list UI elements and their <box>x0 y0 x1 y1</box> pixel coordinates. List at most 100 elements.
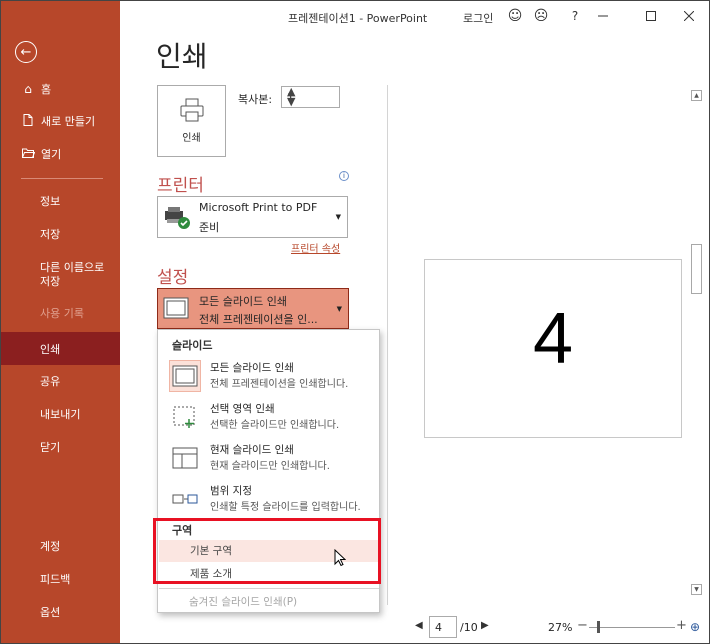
close-icon[interactable] <box>680 7 698 25</box>
printer-status: 준비 <box>199 221 220 234</box>
sidebar-item-save[interactable]: 저장 <box>1 219 120 249</box>
zoom-out-icon[interactable]: − <box>577 618 588 633</box>
option-print-selection[interactable]: 선택 영역 인쇄 선택한 슬라이드만 인쇄합니다. <box>159 398 379 438</box>
zoom-level[interactable]: 27% <box>548 621 572 634</box>
smile-icon[interactable]: ☺ <box>506 7 524 25</box>
option-desc: 현재 슬라이드만 인쇄합니다. <box>210 461 330 472</box>
zoom-in-icon[interactable]: + <box>676 618 687 633</box>
option-print-hidden-slides: 숨겨진 슬라이드 인쇄(P) <box>189 596 298 608</box>
sidebar-item-label: 다른 이름으로 저장 <box>40 261 105 288</box>
sidebar-item-open[interactable]: 열기 <box>1 139 120 169</box>
sidebar-item-label: 옵션 <box>40 606 61 619</box>
sidebar-item-share[interactable]: 공유 <box>1 366 120 396</box>
sidebar-item-home[interactable]: ⌂ 홈 <box>1 74 120 104</box>
sidebar-item-new[interactable]: 새로 만들기 <box>1 106 120 136</box>
chevron-down-icon: ▼ <box>336 305 342 313</box>
app-window: ← ⌂ 홈 새로 만들기 열기 정보 저장 다른 이름으로 저장 사용 기록 인… <box>0 0 710 644</box>
window-title: 프레젠테이션1 - PowerPoint <box>288 12 428 25</box>
option-custom-range[interactable]: 범위 지정 인쇄할 특정 슬라이드를 입력합니다. <box>159 480 379 520</box>
printer-select[interactable]: Microsoft Print to PDF 준비 ▼ <box>157 196 348 238</box>
sidebar-item-options[interactable]: 옵션 <box>1 597 120 627</box>
dropdown-divider <box>159 588 379 589</box>
sidebar-item-history: 사용 기록 <box>1 298 120 328</box>
slide-number: 4 <box>532 299 574 379</box>
sidebar-item-label: 사용 기록 <box>40 307 84 320</box>
help-button[interactable]: ? <box>566 7 584 25</box>
sidebar-item-print[interactable]: 인쇄 <box>1 332 120 365</box>
title-bar: 프레젠테이션1 - PowerPoint 로그인 ☺ ☹ ? <box>120 1 709 31</box>
scroll-down-icon[interactable]: ▼ <box>691 584 702 595</box>
scroll-up-icon[interactable]: ▲ <box>691 90 702 101</box>
slide-preview: 4 <box>424 259 682 438</box>
option-title: 범위 지정 <box>210 485 252 497</box>
printer-ready-icon <box>163 205 191 234</box>
fit-to-window-icon[interactable]: ⊕ <box>690 620 700 634</box>
minimize-icon[interactable] <box>594 7 612 25</box>
sidebar-item-label: 인쇄 <box>40 342 61 356</box>
copies-stepper[interactable]: 1 ▲ ▼ <box>281 86 340 108</box>
sidebar-item-save-as[interactable]: 다른 이름으로 저장 <box>1 257 111 293</box>
print-button[interactable]: 인쇄 <box>157 85 226 157</box>
page-title: 인쇄 <box>156 40 208 73</box>
login-link[interactable]: 로그인 <box>463 10 493 26</box>
sidebar-item-feedback[interactable]: 피드백 <box>1 564 120 594</box>
option-desc: 전체 프레젠테이션을 인쇄합니다. <box>210 379 349 390</box>
zoom-slider[interactable] <box>589 627 675 628</box>
option-print-all-slides[interactable]: 모든 슬라이드 인쇄 전체 프레젠테이션을 인쇄합니다. <box>159 357 379 397</box>
maximize-icon[interactable] <box>642 7 660 25</box>
settings-section-title: 설정 <box>157 268 189 288</box>
spin-down-icon[interactable]: ▼ <box>287 96 295 107</box>
dropdown-header-slides: 슬라이드 <box>172 339 213 352</box>
print-range-title: 모든 슬라이드 인쇄 <box>199 295 287 308</box>
sidebar-item-label: 홈 <box>41 83 52 96</box>
pane-divider <box>387 85 388 605</box>
all-slides-icon <box>163 297 189 322</box>
scrollbar-thumb[interactable] <box>691 244 702 294</box>
sidebar-item-label: 피드백 <box>40 573 71 586</box>
page-total: /10 <box>460 621 478 634</box>
previous-page-icon[interactable]: ◀ <box>415 620 423 631</box>
home-icon: ⌂ <box>24 82 32 96</box>
selection-icon <box>169 401 201 433</box>
printer-icon <box>179 98 205 125</box>
printer-properties-link[interactable]: 프린터 속성 <box>291 240 340 255</box>
print-button-label: 인쇄 <box>182 133 201 144</box>
current-slide-icon <box>169 442 201 474</box>
zoom-slider-thumb[interactable] <box>597 621 600 633</box>
option-desc: 선택한 슬라이드만 인쇄합니다. <box>210 420 340 431</box>
sidebar-item-export[interactable]: 내보내기 <box>1 399 120 429</box>
highlight-box <box>153 518 381 584</box>
sidebar-item-label: 저장 <box>40 228 61 241</box>
option-title: 모든 슬라이드 인쇄 <box>210 362 294 374</box>
new-document-icon <box>21 113 35 129</box>
print-range-select[interactable]: 모든 슬라이드 인쇄 전체 프레젠테이션을 인... ▼ <box>157 288 349 329</box>
back-arrow-icon[interactable]: ← <box>15 41 37 63</box>
custom-range-icon <box>169 483 201 515</box>
sidebar-item-label: 정보 <box>40 195 61 208</box>
backstage-sidebar: ← ⌂ 홈 새로 만들기 열기 정보 저장 다른 이름으로 저장 사용 기록 인… <box>1 1 120 643</box>
preview-scrollbar[interactable]: ▲ ▼ <box>689 86 705 599</box>
printer-name: Microsoft Print to PDF <box>199 201 318 214</box>
all-slides-icon <box>169 360 201 392</box>
sidebar-item-account[interactable]: 계정 <box>1 531 120 561</box>
chevron-down-icon: ▼ <box>335 213 341 221</box>
info-icon[interactable]: i <box>339 171 349 181</box>
print-range-desc: 전체 프레젠테이션을 인... <box>199 313 318 326</box>
page-number-input[interactable]: 4 <box>429 616 457 638</box>
sidebar-item-close[interactable]: 닫기 <box>1 432 120 462</box>
next-page-icon[interactable]: ▶ <box>481 620 489 631</box>
folder-icon <box>21 147 35 161</box>
sidebar-item-label: 내보내기 <box>40 408 81 421</box>
printer-section-title: 프린터 <box>157 176 204 196</box>
sidebar-item-label: 새로 만들기 <box>41 115 96 128</box>
frown-icon[interactable]: ☹ <box>532 7 550 25</box>
sidebar-item-label: 열기 <box>41 148 62 161</box>
sidebar-item-label: 공유 <box>40 375 61 388</box>
option-print-current-slide[interactable]: 현재 슬라이드 인쇄 현재 슬라이드만 인쇄합니다. <box>159 439 379 479</box>
option-title: 현재 슬라이드 인쇄 <box>210 444 294 456</box>
option-desc: 인쇄할 특정 슬라이드를 입력합니다. <box>210 502 361 513</box>
copies-label: 복사본: <box>238 93 273 106</box>
sidebar-item-label: 닫기 <box>40 441 61 454</box>
sidebar-item-info[interactable]: 정보 <box>1 186 120 216</box>
sidebar-divider <box>21 178 103 179</box>
